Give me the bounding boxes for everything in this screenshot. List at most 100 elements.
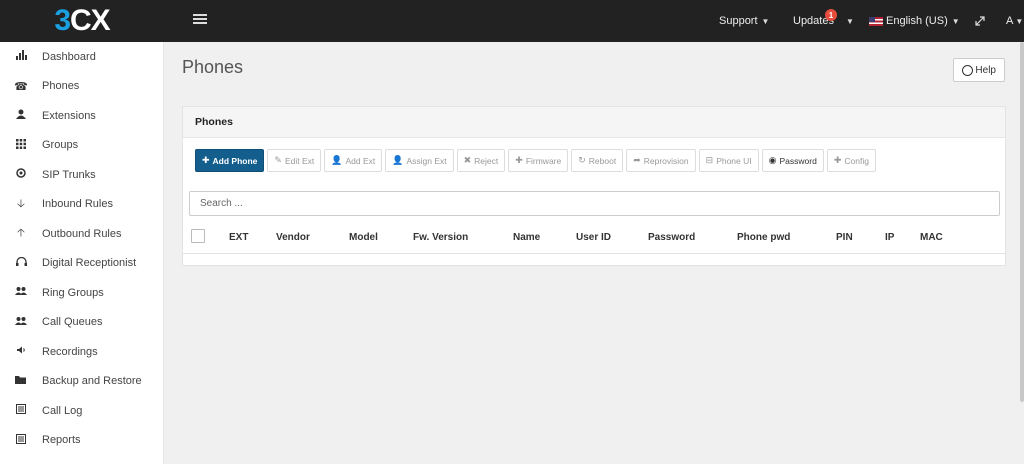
column-header-fw-version[interactable]: Fw. Version	[413, 232, 468, 243]
column-header-name[interactable]: Name	[513, 232, 540, 243]
sidebar-item-extensions[interactable]: Extensions	[0, 101, 163, 131]
language-label: English (US)	[886, 15, 948, 27]
column-header-ext[interactable]: EXT	[229, 232, 248, 243]
sidebar-item-dashboard[interactable]: Dashboard	[0, 42, 163, 72]
sidebar-item-label: Phones	[42, 80, 80, 93]
main-content: Phones Help Phones ✚ Add Phone ✎ Edit Ext …	[164, 42, 1024, 464]
reboot-button[interactable]: ↻ Reboot	[571, 149, 624, 172]
fullscreen-icon[interactable]	[975, 0, 985, 42]
updates-menu[interactable]: Updates 1 ▼	[793, 0, 854, 42]
help-icon	[962, 64, 974, 76]
sidebar-item-recordings[interactable]: Recordings	[0, 337, 163, 367]
table-header: EXT Vendor Model Fw. Version Name User I…	[183, 222, 1005, 254]
reprovision-label: Reprovision	[643, 155, 689, 166]
language-menu[interactable]: English (US) ▼	[869, 0, 960, 42]
plus-icon: ✚	[515, 155, 523, 165]
column-header-password[interactable]: Password	[648, 232, 695, 243]
sidebar-item-ring-groups[interactable]: Ring Groups	[0, 278, 163, 308]
reject-label: Reject	[474, 155, 499, 166]
sidebar-item-digital-receptionist[interactable]: Digital Receptionist	[0, 249, 163, 279]
sidebar-item-groups[interactable]: Groups	[0, 131, 163, 161]
add-phone-label: Add Phone	[212, 155, 258, 166]
firmware-button[interactable]: ✚ Firmware	[508, 149, 569, 172]
pencil-icon: ✎	[274, 155, 282, 165]
config-label: Config	[844, 155, 869, 166]
support-menu[interactable]: Support ▼	[719, 0, 769, 42]
user-label: A	[1006, 15, 1014, 27]
arrow-right-icon: ➦	[633, 155, 641, 165]
column-header-ip[interactable]: IP	[885, 232, 894, 243]
sidebar-item-label: Call Log	[42, 404, 83, 417]
sidebar-item-outbound-rules[interactable]: 🡡 Outbound Rules	[0, 219, 163, 249]
headset-icon	[14, 256, 28, 270]
column-header-mac[interactable]: MAC	[920, 232, 943, 243]
eye-icon: ◉	[768, 155, 777, 165]
menu-toggle-icon[interactable]	[193, 14, 207, 26]
phone-icon: ☎	[14, 80, 28, 93]
sidebar-item-label: Groups	[42, 139, 79, 152]
assign-ext-button[interactable]: 👤 Assign Ext	[385, 149, 454, 172]
refresh-icon: ↻	[578, 155, 586, 165]
add-ext-label: Add Ext	[345, 155, 376, 166]
window-icon: ⊟	[705, 155, 714, 165]
plus-icon: ✚	[833, 155, 842, 165]
chevron-down-icon: ▼	[845, 16, 854, 26]
edit-ext-label: Edit Ext	[284, 155, 315, 166]
search-input[interactable]	[189, 191, 1000, 216]
user-icon: 👤	[392, 155, 404, 165]
top-navbar: 3CX Support ▼ Updates 1 ▼ English (US) ▼ A…	[0, 0, 1024, 42]
column-header-vendor[interactable]: Vendor	[276, 232, 310, 243]
sidebar-item-backup-and-restore[interactable]: Backup and Restore	[0, 367, 163, 397]
globe-icon	[14, 168, 28, 181]
phones-toolbar: ✚ Add Phone ✎ Edit Ext 👤 Add Ext 👤 Assign Ex…	[195, 149, 876, 172]
grid-icon	[14, 138, 28, 152]
add-phone-button[interactable]: ✚ Add Phone	[195, 149, 265, 172]
sidebar-item-label: Outbound Rules	[42, 227, 122, 240]
help-label: Help	[975, 64, 996, 76]
sidebar-item-label: SIP Trunks	[42, 168, 96, 181]
user-icon	[14, 109, 28, 122]
select-all-checkbox[interactable]	[191, 229, 205, 243]
page-scrollbar[interactable]	[1020, 42, 1024, 402]
chevron-down-icon: ▼	[951, 16, 960, 26]
sidebar-item-label: Dashboard	[42, 50, 96, 63]
us-flag-icon	[869, 16, 883, 26]
sidebar-item-label: Call Queues	[42, 316, 103, 329]
sidebar: Dashboard ☎ Phones Extensions Groups SIP…	[0, 42, 164, 464]
sidebar-item-reports[interactable]: Reports	[0, 426, 163, 456]
reprovision-button[interactable]: ➦ Reprovision	[626, 149, 696, 172]
reject-button[interactable]: ✖ Reject	[456, 149, 506, 172]
password-button[interactable]: ◉ Password	[761, 149, 824, 172]
panel-title: Phones	[183, 107, 1005, 138]
logo[interactable]: 3CX	[0, 0, 164, 42]
column-header-pin[interactable]: PIN	[836, 232, 853, 243]
sidebar-item-inbound-rules[interactable]: 🡣 Inbound Rules	[0, 190, 163, 220]
chevron-down-icon: ▼	[1015, 16, 1024, 26]
sidebar-item-label: Extensions	[42, 109, 96, 122]
list-icon	[14, 404, 28, 417]
sidebar-item-phones[interactable]: ☎ Phones	[0, 72, 163, 102]
phones-panel: Phones ✚ Add Phone ✎ Edit Ext 👤 Add Ext 👤 As…	[182, 106, 1006, 266]
column-header-phone-pwd[interactable]: Phone pwd	[737, 232, 790, 243]
help-button[interactable]: Help	[953, 58, 1005, 82]
phone-ui-button[interactable]: ⊟ Phone UI	[698, 149, 759, 172]
reboot-label: Reboot	[588, 155, 617, 166]
config-button[interactable]: ✚ Config	[826, 149, 876, 172]
user-menu[interactable]: A ▼	[1006, 0, 1023, 42]
volume-icon	[14, 345, 28, 358]
sidebar-item-label: Ring Groups	[42, 286, 104, 299]
column-header-user-id[interactable]: User ID	[576, 232, 611, 243]
support-label: Support	[719, 15, 758, 27]
plus-icon: ✚	[202, 155, 210, 165]
edit-ext-button[interactable]: ✎ Edit Ext	[267, 149, 322, 172]
sidebar-item-sip-trunks[interactable]: SIP Trunks	[0, 160, 163, 190]
sidebar-item-call-queues[interactable]: Call Queues	[0, 308, 163, 338]
x-icon: ✖	[463, 155, 472, 165]
column-header-model[interactable]: Model	[349, 232, 378, 243]
sidebar-item-label: Reports	[42, 434, 81, 447]
add-ext-button[interactable]: 👤 Add Ext	[324, 149, 383, 172]
sidebar-item-label: Inbound Rules	[42, 198, 113, 211]
sidebar-item-label: Backup and Restore	[42, 375, 142, 388]
sidebar-item-call-log[interactable]: Call Log	[0, 396, 163, 426]
password-label: Password	[779, 155, 817, 166]
